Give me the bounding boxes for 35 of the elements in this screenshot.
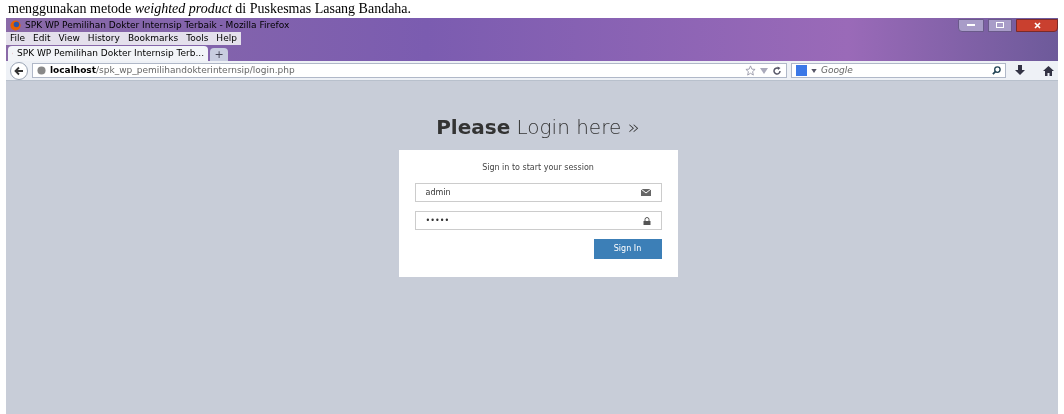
dropdown-icon: [811, 68, 817, 73]
search-icon: [992, 66, 1001, 75]
username-field[interactable]: admin: [414, 183, 662, 202]
star-icon: [745, 65, 756, 76]
dropdown-icon: [760, 67, 768, 74]
sign-in-message: Sign in to start your session: [481, 164, 595, 172]
download-icon[interactable]: [1015, 65, 1025, 76]
lock-icon: [642, 216, 651, 225]
menu-item[interactable]: File: [10, 34, 26, 43]
close-button[interactable]: [1016, 18, 1058, 32]
menu-item[interactable]: History: [87, 34, 120, 43]
search-engine-icon: [796, 65, 807, 76]
home-icon[interactable]: [1043, 65, 1054, 76]
new-tab-button[interactable]: +: [210, 48, 228, 61]
sign-in-button[interactable]: Sign In: [593, 239, 662, 259]
menu-item[interactable]: Help: [216, 34, 237, 43]
menu-item[interactable]: Tools: [186, 34, 209, 43]
back-button[interactable]: [10, 61, 28, 80]
document-caption: menggunakan metode weighted product di Puskesmas Lasang Bandaha.: [8, 2, 412, 16]
minimize-button[interactable]: [958, 18, 984, 32]
login-heading: Please Login here »: [436, 115, 640, 139]
menu-item[interactable]: Bookmarks: [127, 34, 179, 43]
address-text: localhost/spk_wp_pemilihandokterinternsip/login.php: [50, 66, 295, 75]
window-title: SPK WP Pemilihan Dokter Internsip Terbaik - Mozilla Firefox: [25, 20, 290, 30]
menu-item[interactable]: View: [58, 34, 80, 43]
reload-icon: [772, 65, 782, 76]
search-field[interactable]: Google: [791, 63, 1006, 78]
address-field[interactable]: localhost/spk_wp_pemilihandokterinternsip/login.php: [32, 63, 787, 78]
maximize-button[interactable]: [988, 18, 1012, 32]
menu-item[interactable]: Edit: [33, 34, 51, 43]
close-icon: [1033, 21, 1041, 29]
browser-tab[interactable]: SPK WP Pemilihan Dokter Internsip Terb...: [8, 46, 208, 61]
password-field[interactable]: •••••: [414, 211, 662, 230]
back-arrow-icon: [14, 65, 24, 76]
envelope-icon: [640, 189, 651, 196]
